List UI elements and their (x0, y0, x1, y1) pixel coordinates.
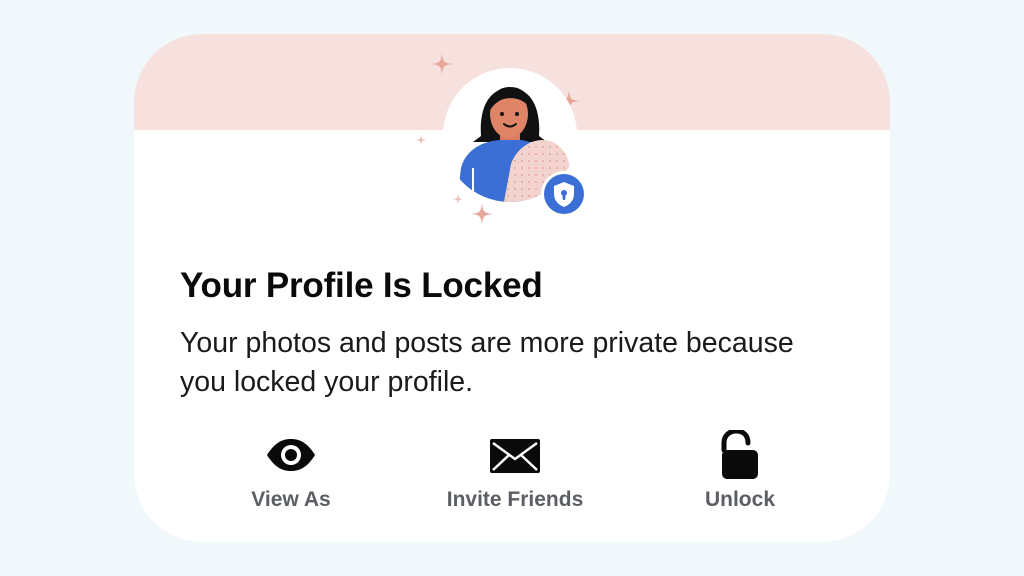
eye-icon (267, 439, 315, 471)
view-as-button[interactable]: View As (191, 430, 391, 520)
action-bar: View As Invite Friends Unlock (134, 430, 890, 530)
unlock-label: Unlock (704, 488, 775, 511)
invite-friends-label: Invite Friends (446, 488, 584, 511)
invite-friends-button[interactable]: Invite Friends (415, 430, 615, 520)
sparkle-icon (415, 134, 427, 146)
view-as-label: View As (251, 488, 331, 511)
unlocked-padlock-icon (721, 430, 758, 479)
profile-avatar (443, 68, 587, 217)
envelope-icon (490, 439, 540, 473)
card-title: Your Profile Is Locked (180, 266, 543, 305)
unlock-button[interactable]: Unlock (640, 430, 840, 520)
locked-profile-card: Your Profile Is Locked Your photos and p… (134, 34, 890, 542)
card-description: Your photos and posts are more private b… (180, 327, 794, 398)
sparkle-icon (471, 203, 493, 225)
shield-lock-icon (541, 171, 587, 217)
